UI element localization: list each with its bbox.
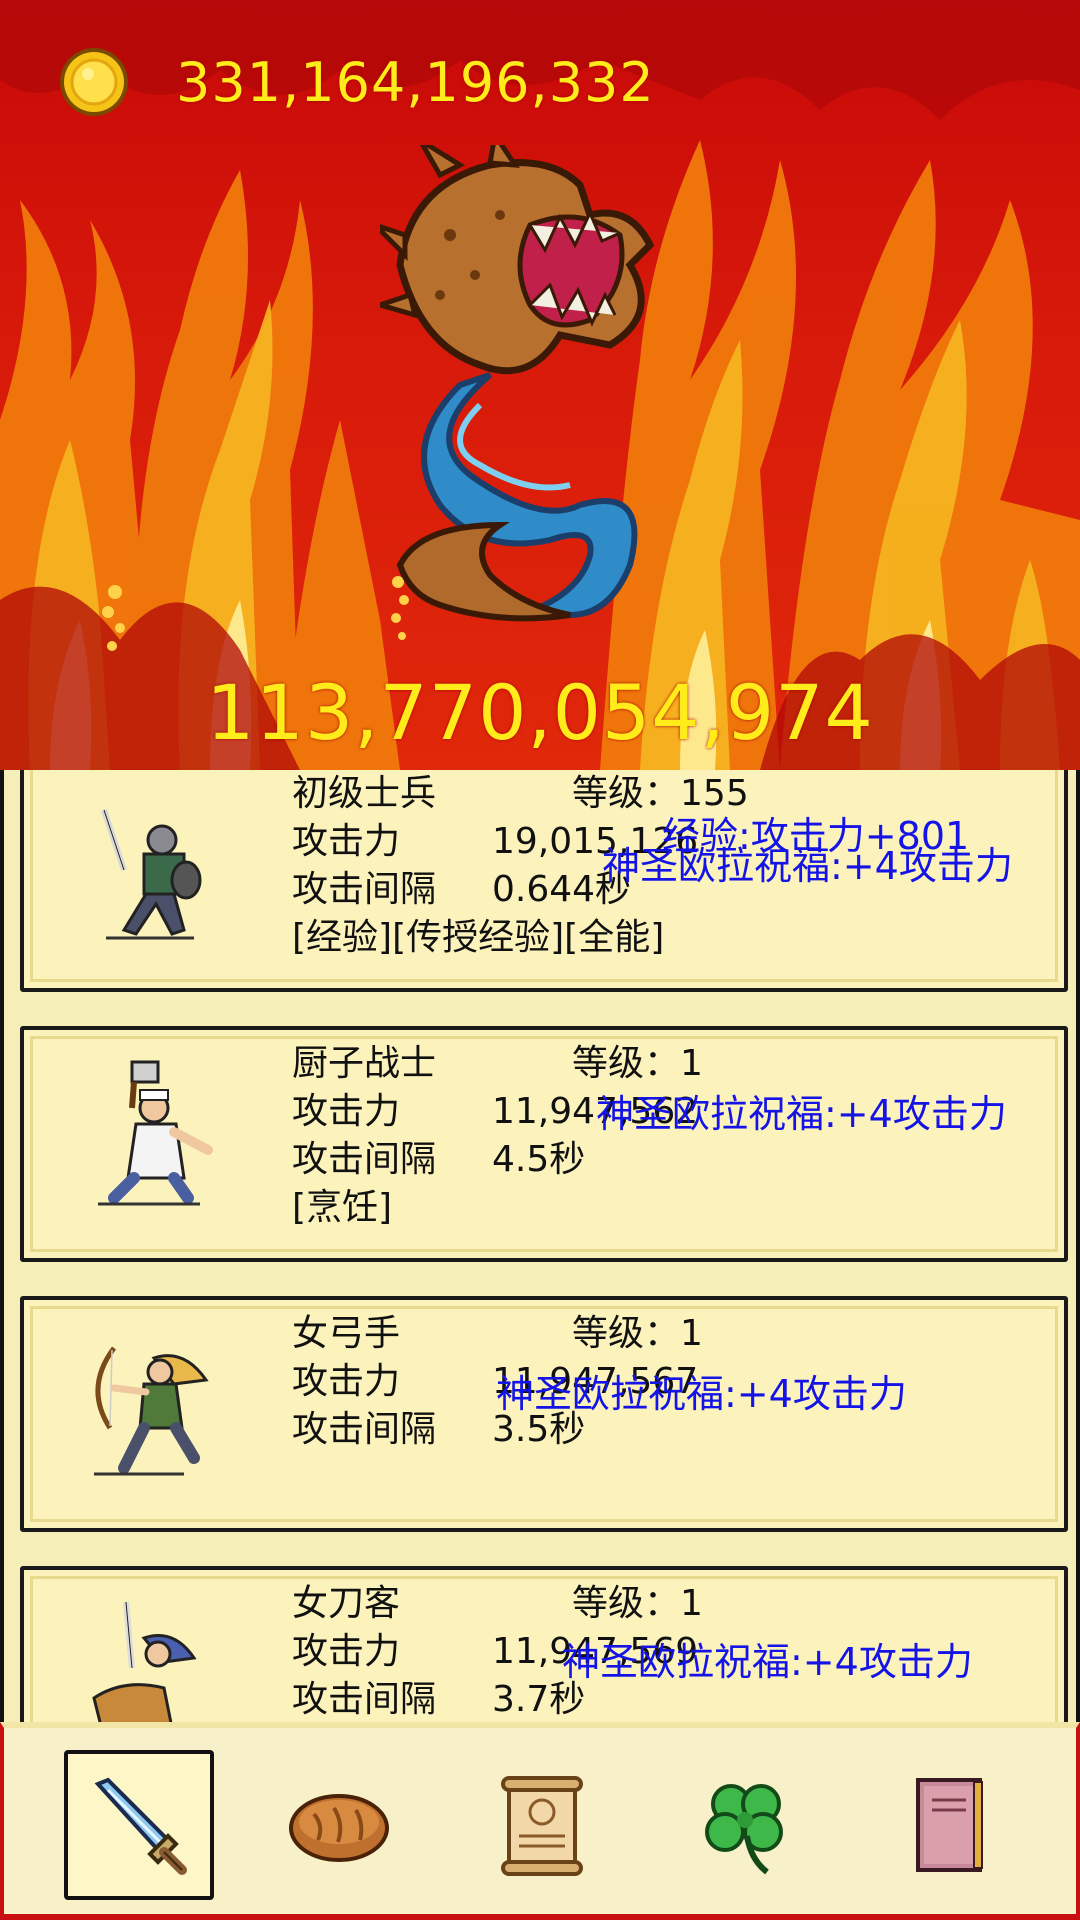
- nav-book-button[interactable]: [874, 1750, 1024, 1900]
- hero-name: 女刀客: [292, 1583, 401, 1624]
- hero-buff: 神圣欧拉祝福:+4攻击力: [596, 1092, 1007, 1136]
- hero-level: 155: [680, 773, 749, 814]
- hero-tags: [烹饪]: [292, 1187, 393, 1228]
- hero-name: 女弓手: [292, 1313, 401, 1354]
- serpent-dragon-monster[interactable]: [380, 145, 710, 640]
- attack-label: 攻击力: [292, 1091, 401, 1132]
- level-label: 等级：: [572, 1583, 681, 1624]
- nav-heroes-button[interactable]: [64, 1750, 214, 1900]
- hero-card-soldier[interactable]: 初级士兵 等级： 155 攻击力 19,015,126 攻击间隔 0.644秒 [经验]…: [20, 770, 1068, 992]
- sword-icon: [94, 1777, 187, 1875]
- nav-food-button[interactable]: [264, 1750, 414, 1900]
- hero-buff: 神圣欧拉祝福:+4攻击力: [562, 1640, 973, 1684]
- monster-hp: 113,770,054,974: [206, 668, 874, 757]
- bottom-nav: [0, 1722, 1080, 1920]
- interval-label: 攻击间隔: [292, 1139, 437, 1180]
- bread-icon: [289, 1794, 389, 1862]
- hero-buff: 神圣欧拉祝福:+4攻击力: [496, 1372, 907, 1416]
- nav-luck-button[interactable]: [671, 1750, 821, 1900]
- level-label: 等级：: [572, 1043, 681, 1084]
- gold-coin-icon: [60, 48, 128, 116]
- scroll-icon: [501, 1776, 583, 1876]
- level-label: 等级：: [572, 1313, 681, 1354]
- hero-name: 初级士兵: [292, 773, 437, 814]
- interval-label: 攻击间隔: [292, 1409, 437, 1450]
- soldier-with-sword-and-shield: [101, 809, 202, 940]
- hero-card-cook[interactable]: 厨子战士 等级： 1 攻击力 11,947,562 攻击间隔 4.5秒 [烹饪] 神圣欧…: [20, 1026, 1068, 1262]
- four-leaf-clover-icon: [705, 1784, 783, 1875]
- hero-level: 1: [680, 1313, 703, 1354]
- hero-card-archer[interactable]: 女弓手 等级： 1 攻击力 11,947,567 攻击间隔 3.5秒 神圣欧拉祝福:+4…: [20, 1296, 1068, 1532]
- hero-list[interactable]: 初级士兵 等级： 155 攻击力 19,015,126 攻击间隔 0.644秒 [经验]…: [0, 770, 1080, 1722]
- female-swordswoman: [92, 1601, 197, 1722]
- attack-label: 攻击力: [292, 1361, 401, 1402]
- hero-level: 1: [680, 1043, 703, 1084]
- attack-label: 攻击力: [292, 1631, 401, 1672]
- gold-counter: 331,164,196,332: [58, 46, 655, 118]
- cook-with-cleaver: [98, 1060, 213, 1206]
- interval-label: 攻击间隔: [292, 1679, 437, 1720]
- hero-tags: [经验][传授经验][全能]: [292, 917, 665, 958]
- book-icon: [916, 1778, 983, 1872]
- gold-amount: 331,164,196,332: [176, 50, 655, 114]
- hero-card-swordswoman[interactable]: 女刀客 等级： 1 攻击力 11,947,569 攻击间隔 3.7秒 神圣欧拉祝福:+4…: [20, 1566, 1068, 1722]
- hero-level: 1: [680, 1583, 703, 1624]
- hero-interval: 4.5秒: [492, 1139, 586, 1180]
- female-archer: [94, 1346, 209, 1476]
- level-label: 等级：: [572, 773, 681, 814]
- battle-scene[interactable]: 331,164,196,332 113,770,054,974: [0, 0, 1080, 770]
- interval-label: 攻击间隔: [292, 869, 437, 910]
- hero-name: 厨子战士: [292, 1043, 437, 1084]
- attack-label: 攻击力: [292, 821, 401, 862]
- hero-buff: 神圣欧拉祝福:+4攻击力: [602, 844, 1013, 888]
- nav-scroll-button[interactable]: [467, 1750, 617, 1900]
